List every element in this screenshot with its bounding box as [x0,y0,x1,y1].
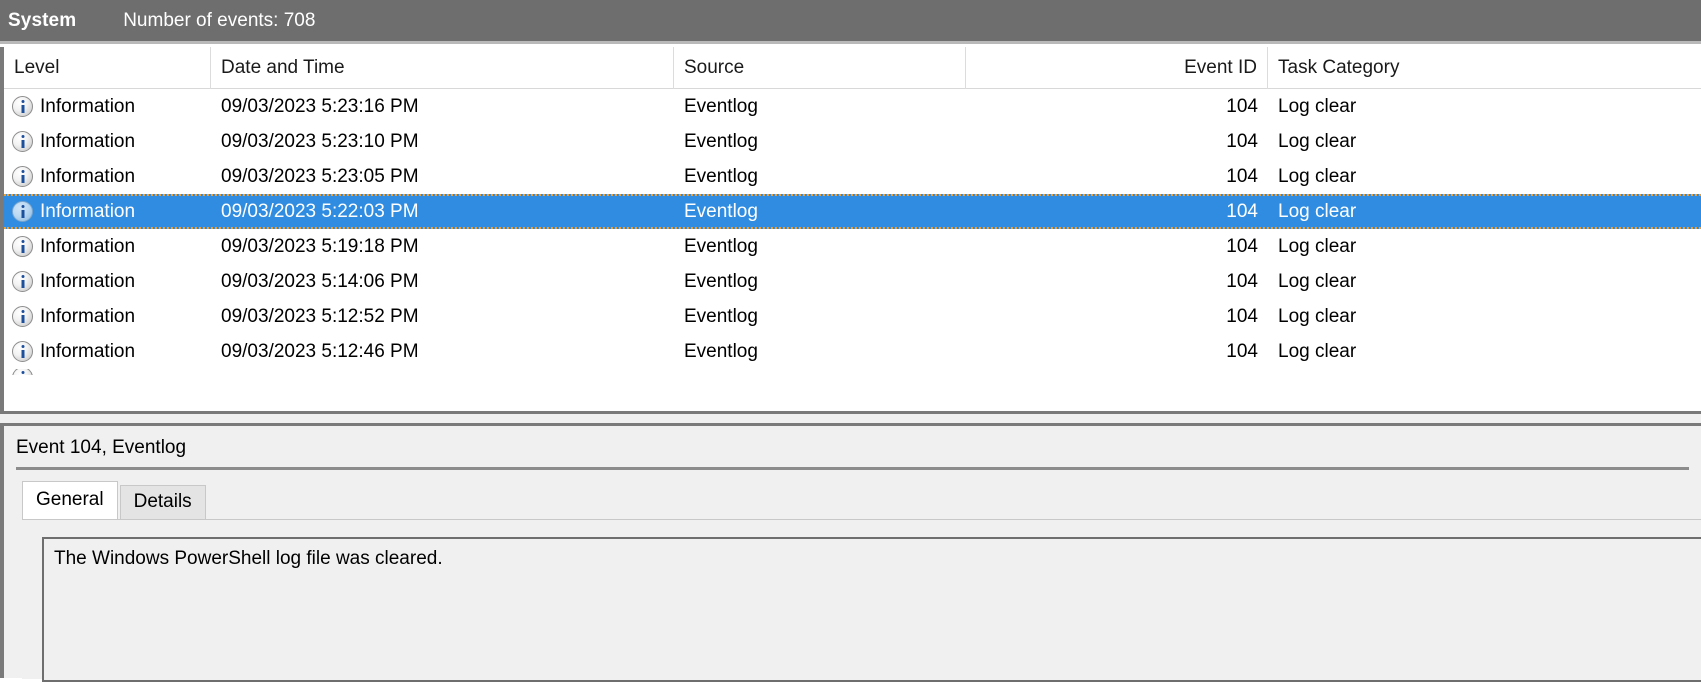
row-level-label: Information [40,271,136,292]
row-datetime-cell: 09/03/2023 5:22:03 PM [221,201,419,222]
information-icon [12,369,33,375]
row-datetime-cell: 09/03/2023 5:19:18 PM [221,236,419,257]
column-header-date-and-time[interactable]: Date and Time [211,47,674,89]
row-level-cell: Information [4,299,211,334]
pane-splitter[interactable] [0,411,1701,423]
row-level-label: Information [40,341,136,362]
row-source-cell: Eventlog [684,271,758,292]
row-datetime-cell: 09/03/2023 5:23:10 PM [221,131,419,152]
row-level-cell: Information [4,196,211,227]
log-name-label: System [8,9,77,31]
row-level-cell: Information [4,124,211,159]
row-source-cell: Eventlog [684,166,758,187]
row-source-cell: Eventlog [684,306,758,327]
row-datetime-cell: 09/03/2023 5:23:16 PM [221,96,419,117]
row-event-id-cell: 104 [1226,271,1258,292]
row-event-id-cell: 104 [1226,131,1258,152]
row-source-cell: Eventlog [684,236,758,257]
table-row[interactable]: Information 09/03/2023 5:14:06 PM Eventl… [4,264,1701,299]
row-event-id-cell: 104 [1226,236,1258,257]
row-level-cell: Information [4,334,211,369]
row-level-label: Information [40,201,136,222]
event-message-text[interactable]: The Windows PowerShell log file was clea… [42,537,1701,682]
event-list-pane[interactable]: Level Date and Time Source Event ID Task… [0,47,1701,411]
information-icon [12,341,33,362]
row-level-cell: Information [4,89,211,124]
column-header-level[interactable]: Level [4,47,211,89]
row-level-label: Information [40,131,136,152]
information-icon [12,166,33,187]
row-datetime-cell: 09/03/2023 5:12:52 PM [221,306,419,327]
row-datetime-cell: 09/03/2023 5:23:05 PM [221,166,419,187]
table-row-partial[interactable] [4,369,1701,375]
table-row[interactable]: Information 09/03/2023 5:23:10 PM Eventl… [4,124,1701,159]
row-source-cell: Eventlog [684,341,758,362]
row-event-id-cell: 104 [1226,201,1258,222]
row-level-label: Information [40,236,136,257]
row-task-category-cell: Log clear [1278,271,1357,292]
table-row[interactable]: Information 09/03/2023 5:12:46 PM Eventl… [4,334,1701,369]
row-task-category-cell: Log clear [1278,131,1357,152]
row-level-cell: Information [4,264,211,299]
information-icon [12,131,33,152]
row-source-cell: Eventlog [684,96,758,117]
row-task-category-cell: Log clear [1278,96,1357,117]
row-task-category-cell: Log clear [1278,201,1357,222]
information-icon [12,201,33,222]
information-icon [12,306,33,327]
row-event-id-cell: 104 [1226,96,1258,117]
row-level-cell: Information [4,229,211,264]
column-header-task-category[interactable]: Task Category [1268,47,1698,89]
event-count-label: Number of events: 708 [123,9,316,31]
row-task-category-cell: Log clear [1278,166,1357,187]
information-icon [12,96,33,117]
column-header-source[interactable]: Source [674,47,966,89]
row-level-label: Information [40,166,136,187]
event-details-pane: Event 104, Eventlog General Details The … [0,423,1701,682]
row-level-cell: Information [4,159,211,194]
tab-content-general: The Windows PowerShell log file was clea… [22,519,1701,682]
row-source-cell: Eventlog [684,201,758,222]
information-icon [12,236,33,257]
row-task-category-cell: Log clear [1278,306,1357,327]
tab-general[interactable]: General [22,481,118,519]
table-row[interactable]: Information 09/03/2023 5:23:16 PM Eventl… [4,89,1701,124]
column-header-event-id[interactable]: Event ID [966,47,1268,89]
row-datetime-cell: 09/03/2023 5:12:46 PM [221,341,419,362]
row-event-id-cell: 104 [1226,306,1258,327]
log-header-bar: System Number of events: 708 [0,0,1701,44]
row-source-cell: Eventlog [684,131,758,152]
event-details-title: Event 104, Eventlog [16,437,187,458]
table-row[interactable]: Information 09/03/2023 5:19:18 PM Eventl… [4,229,1701,264]
table-row[interactable]: Information 09/03/2023 5:12:52 PM Eventl… [4,299,1701,334]
details-tabstrip: General Details [22,481,1701,519]
row-datetime-cell: 09/03/2023 5:14:06 PM [221,271,419,292]
information-icon [12,271,33,292]
table-row-selected[interactable]: Information 09/03/2023 5:22:03 PM Eventl… [4,194,1701,229]
event-rows: Information 09/03/2023 5:23:16 PM Eventl… [4,89,1701,375]
row-event-id-cell: 104 [1226,166,1258,187]
row-level-label: Information [40,306,136,327]
table-row[interactable]: Information 09/03/2023 5:23:05 PM Eventl… [4,159,1701,194]
row-task-category-cell: Log clear [1278,341,1357,362]
row-task-category-cell: Log clear [1278,236,1357,257]
tab-details[interactable]: Details [119,485,206,519]
row-level-label: Information [40,96,136,117]
column-header-row[interactable]: Level Date and Time Source Event ID Task… [4,47,1701,89]
details-divider [16,467,1689,470]
row-event-id-cell: 104 [1226,341,1258,362]
